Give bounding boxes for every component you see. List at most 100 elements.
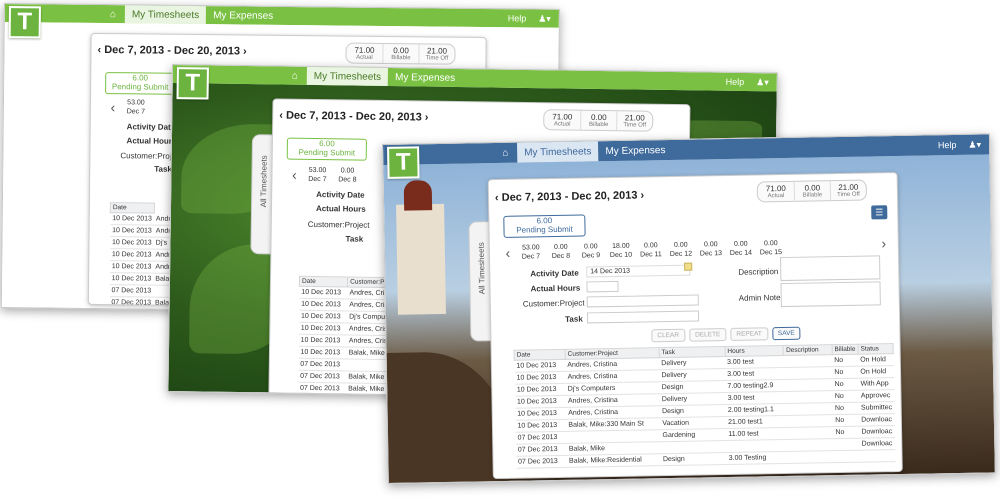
task-label: Task xyxy=(345,234,364,244)
app-logo[interactable]: T xyxy=(176,67,209,100)
table-cell: 10 Dec 2013 xyxy=(110,224,154,238)
tab-my-expenses[interactable]: My Expenses xyxy=(388,68,462,87)
prev-day-arrow-icon[interactable]: ‹ xyxy=(105,99,121,115)
table-cell xyxy=(726,439,786,453)
day-cell[interactable]: 0.00 Dec 14 xyxy=(726,239,756,258)
day-cell[interactable]: 0.00 Dec 8 xyxy=(546,243,576,262)
date-range[interactable]: ‹ Dec 7, 2013 - Dec 20, 2013 › xyxy=(495,189,644,204)
date-range[interactable]: ‹ Dec 7, 2013 - Dec 20, 2013 › xyxy=(279,110,428,124)
prev-day-arrow-icon[interactable]: ‹ xyxy=(500,245,516,261)
day-cell[interactable]: 0.00 Dec 11 xyxy=(636,241,666,260)
pending-submit-button[interactable]: 6.00 Pending Submit xyxy=(286,137,367,161)
calendar-icon[interactable] xyxy=(684,262,693,271)
day-cell[interactable]: 53.00 Dec 7 xyxy=(121,98,151,116)
day-cell[interactable]: 0.00 Dec 9 xyxy=(576,242,606,261)
date-range-label: Dec 7, 2013 - Dec 20, 2013 xyxy=(285,109,422,124)
stat-value: 0.00 xyxy=(393,46,409,56)
clear-button[interactable]: CLEAR xyxy=(651,328,686,343)
save-button[interactable]: SAVE xyxy=(771,326,801,341)
menu-icon[interactable]: ☰ xyxy=(871,205,888,220)
customer-project-label: Customer:Project xyxy=(307,219,370,230)
prev-day-arrow-icon[interactable]: ‹ xyxy=(286,167,302,183)
table-cell: 3.00 test xyxy=(725,367,785,381)
repeat-button[interactable]: REPEAT xyxy=(730,327,769,341)
table-cell: 10 Dec 2013 xyxy=(299,286,348,299)
day-hours: 53.00 xyxy=(308,166,327,175)
user-menu-icon[interactable]: ♟▾ xyxy=(756,77,769,88)
day-cell[interactable]: 0.00 Dec 15 xyxy=(756,239,786,258)
table-cell: Balak, Mike:Residential xyxy=(566,453,662,468)
day-cell[interactable]: 53.00 Dec 7 xyxy=(302,166,332,184)
tab-my-expenses[interactable]: My Expenses xyxy=(598,140,672,161)
table-cell: With App xyxy=(858,377,894,391)
actual-hours-label: Actual Hours xyxy=(530,283,581,294)
actual-hours-label: Actual Hours xyxy=(126,136,177,146)
help-link[interactable]: Help xyxy=(726,77,745,87)
tab-my-timesheets[interactable]: My Timesheets xyxy=(306,66,389,87)
stat-label: Actual xyxy=(553,121,571,128)
pending-submit-button[interactable]: 6.00 Pending Submit xyxy=(105,72,176,95)
help-link[interactable]: Help xyxy=(508,13,527,23)
right-nav: Help ♟▾ xyxy=(938,135,981,156)
nav-tabs: ⌂ My Timesheets My Expenses xyxy=(283,66,463,88)
table-cell: Submittec xyxy=(858,401,895,415)
admin-notes-textarea[interactable] xyxy=(780,281,881,308)
day-cell[interactable]: 53.00 Dec 7 xyxy=(516,243,546,262)
stat-label: Actual xyxy=(767,192,785,200)
table-cell xyxy=(833,450,860,463)
next-day-arrow-icon[interactable]: › xyxy=(876,235,892,251)
table-cell: 10 Dec 2013 xyxy=(298,310,348,323)
day-cell[interactable]: 18.00 Dec 10 xyxy=(606,242,636,261)
column-header-date[interactable]: Date xyxy=(110,202,155,214)
table-cell: 10 Dec 2013 xyxy=(514,395,567,409)
tab-my-expenses[interactable]: My Expenses xyxy=(206,6,280,25)
activity-date-field[interactable]: 14 Dec 2013 xyxy=(586,264,691,278)
help-link[interactable]: Help xyxy=(938,140,957,150)
date-range[interactable]: ‹ Dec 7, 2013 - Dec 20, 2013 › xyxy=(97,44,246,58)
user-menu-icon[interactable]: ♟▾ xyxy=(968,139,981,150)
task-select[interactable] xyxy=(586,310,700,324)
day-date: Dec 7 xyxy=(126,108,146,116)
day-date: Dec 8 xyxy=(551,252,571,261)
day-date: Dec 10 xyxy=(609,251,633,260)
user-menu-icon[interactable]: ♟▾ xyxy=(538,13,551,24)
table-cell xyxy=(784,378,833,392)
actual-hours-input[interactable] xyxy=(586,280,619,293)
table-cell: 10 Dec 2013 xyxy=(110,212,155,226)
description-textarea[interactable] xyxy=(780,255,881,282)
tab-my-timesheets[interactable]: My Timesheets xyxy=(516,141,599,163)
pending-submit-button[interactable]: 6.00 Pending Submit xyxy=(503,214,586,238)
stat-value: 0.00 xyxy=(590,112,607,123)
table-cell xyxy=(784,402,834,416)
home-icon[interactable]: ⌂ xyxy=(493,143,517,163)
table-cell: 10 Dec 2013 xyxy=(514,371,566,385)
task-label: Task xyxy=(154,164,172,174)
home-icon[interactable]: ⌂ xyxy=(101,5,125,23)
day-date: Dec 11 xyxy=(640,251,662,259)
column-header-billable[interactable]: Billable xyxy=(831,344,859,355)
table-cell xyxy=(783,354,833,368)
delete-button[interactable]: DELETE xyxy=(688,328,727,342)
table-cell: No xyxy=(833,426,860,439)
day-date: Dec 12 xyxy=(669,250,693,258)
day-cell[interactable]: 0.00 Dec 8 xyxy=(332,166,362,184)
table-cell: On Hold xyxy=(858,353,894,367)
table-cell xyxy=(785,438,834,452)
day-cell[interactable]: 0.00 Dec 13 xyxy=(696,240,726,259)
lighthouse-lantern-shape xyxy=(403,180,433,211)
column-header-date[interactable]: Date xyxy=(299,276,348,287)
customer-project-label: Customer:Project xyxy=(522,298,585,309)
table-cell: 10 Dec 2013 xyxy=(298,346,347,359)
customer-project-select[interactable] xyxy=(586,294,699,308)
tab-my-timesheets[interactable]: My Timesheets xyxy=(124,5,207,25)
task-label: Task xyxy=(565,314,583,324)
app-logo[interactable]: T xyxy=(8,6,41,39)
table-cell: 07 Dec 2013 xyxy=(298,370,347,383)
time-entries-table: Date Customer:Project Task Hours Descrip… xyxy=(514,343,896,469)
home-icon[interactable]: ⌂ xyxy=(283,67,307,85)
column-header-status[interactable]: Status xyxy=(857,343,894,355)
app-logo[interactable]: T xyxy=(387,146,420,179)
day-cell[interactable]: 0.00 Dec 12 xyxy=(666,241,696,260)
stat-label: Actual xyxy=(356,54,373,61)
right-nav: Help ♟▾ xyxy=(508,9,551,27)
